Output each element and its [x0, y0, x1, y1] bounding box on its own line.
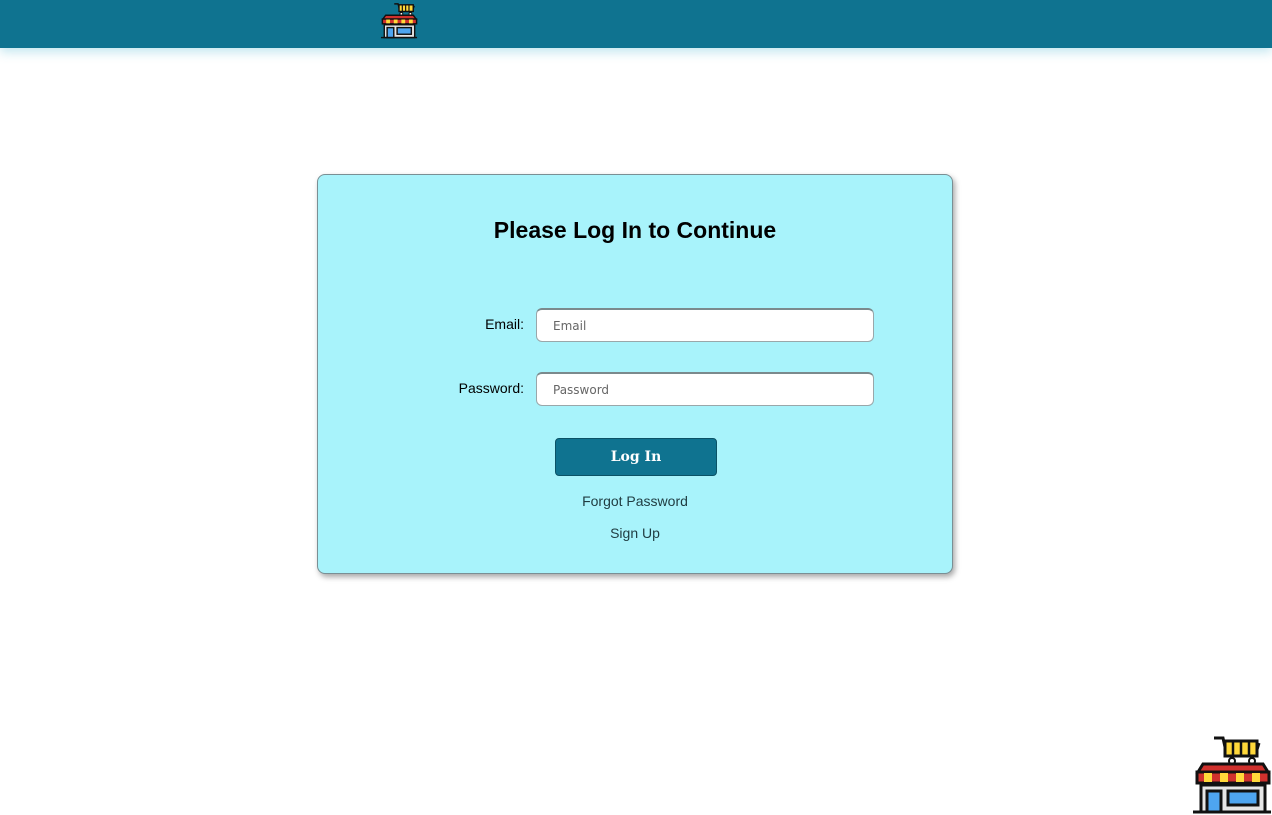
email-label: Email: [485, 316, 524, 332]
shop-corner-icon [1193, 736, 1271, 814]
forgot-password-link[interactable]: Forgot Password [318, 493, 952, 509]
login-button[interactable]: Log In [555, 438, 717, 476]
password-label: Password: [458, 380, 524, 396]
top-nav-bar [0, 0, 1272, 48]
password-input[interactable] [536, 372, 874, 406]
shop-logo-icon[interactable] [380, 0, 418, 40]
sign-up-link[interactable]: Sign Up [318, 525, 952, 541]
login-title: Please Log In to Continue [493, 217, 777, 243]
email-input[interactable] [536, 308, 874, 342]
login-card: Please Log In to Continue Email: Passwor… [317, 174, 953, 574]
